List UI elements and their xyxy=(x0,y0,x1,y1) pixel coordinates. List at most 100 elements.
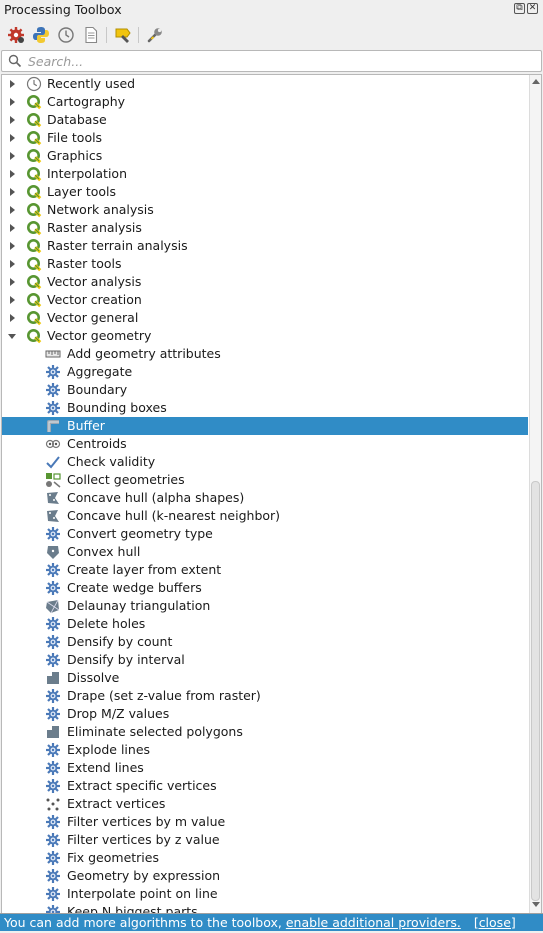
tree-algorithm-row[interactable]: Filter vertices by m value xyxy=(2,813,528,831)
tree-algorithm-row[interactable]: Interpolate point on line xyxy=(2,885,528,903)
tree-algorithm-row[interactable]: Filter vertices by z value xyxy=(2,831,528,849)
search-input[interactable] xyxy=(28,52,533,70)
info-bar-text: You can add more algorithms to the toolb… xyxy=(4,915,282,930)
collapsed-arrow-icon[interactable] xyxy=(7,151,17,161)
tree-group-row[interactable]: Interpolation xyxy=(2,165,528,183)
gear-icon xyxy=(46,383,60,397)
tree-algorithm-row[interactable]: Fix geometries xyxy=(2,849,528,867)
qgis-icon xyxy=(27,311,42,326)
tree-algorithm-row[interactable]: Drape (set z-value from raster) xyxy=(2,687,528,705)
history-button[interactable] xyxy=(55,24,77,46)
tree-group-row[interactable]: Database xyxy=(2,111,528,129)
tree-group-label: Cartography xyxy=(47,94,126,109)
tree-group-row[interactable]: Raster terrain analysis xyxy=(2,237,528,255)
tree-algorithm-label: Bounding boxes xyxy=(67,400,167,415)
tree-group-row[interactable]: Vector general xyxy=(2,309,528,327)
tree-algorithm-row[interactable]: Centroids xyxy=(2,435,528,453)
history-icon xyxy=(58,27,74,43)
models-button[interactable] xyxy=(5,24,27,46)
tree-group-row[interactable]: Raster analysis xyxy=(2,219,528,237)
tree-algorithm-row[interactable]: Check validity xyxy=(2,453,528,471)
tree-algorithm-row[interactable]: Convex hull xyxy=(2,543,528,561)
vertical-scrollbar[interactable] xyxy=(529,75,541,913)
tree-group-row[interactable]: Layer tools xyxy=(2,183,528,201)
tree-algorithm-row[interactable]: Densify by interval xyxy=(2,651,528,669)
collapsed-arrow-icon[interactable] xyxy=(7,277,17,287)
tree-algorithm-row[interactable]: Add geometry attributes xyxy=(2,345,528,363)
tree-algorithm-row[interactable]: Convert geometry type xyxy=(2,525,528,543)
options-button[interactable] xyxy=(144,24,166,46)
tree-group-row[interactable]: Recently used xyxy=(2,75,528,93)
tree-algorithm-row[interactable]: Aggregate xyxy=(2,363,528,381)
tree-group-row[interactable]: Graphics xyxy=(2,147,528,165)
tree-algorithm-label: Boundary xyxy=(67,382,128,397)
gear-icon xyxy=(46,617,60,631)
tree-algorithm-row[interactable]: Delete holes xyxy=(2,615,528,633)
collapsed-arrow-icon[interactable] xyxy=(7,259,17,269)
float-panel-button[interactable]: ⧉ xyxy=(514,3,525,14)
results-viewer-button[interactable] xyxy=(80,24,102,46)
close-info-link[interactable]: [close] xyxy=(474,915,516,930)
edit-features-in-place-button[interactable] xyxy=(112,24,134,46)
collapsed-arrow-icon[interactable] xyxy=(7,295,17,305)
expanded-arrow-icon[interactable] xyxy=(7,331,17,341)
tree-algorithm-row[interactable]: Concave hull (alpha shapes) xyxy=(2,489,528,507)
tree-algorithm-label: Collect geometries xyxy=(67,472,185,487)
scrollbar-thumb[interactable] xyxy=(531,481,540,901)
tree-algorithm-row[interactable]: Dissolve xyxy=(2,669,528,687)
tree-algorithm-row[interactable]: Eliminate selected polygons xyxy=(2,723,528,741)
dissolve-icon xyxy=(47,726,59,738)
collapsed-arrow-icon[interactable] xyxy=(7,115,17,125)
tree-group-row[interactable]: Cartography xyxy=(2,93,528,111)
tree-group-row[interactable]: Raster tools xyxy=(2,255,528,273)
tree-algorithm-row[interactable]: Extract specific vertices xyxy=(2,777,528,795)
collapsed-arrow-icon[interactable] xyxy=(7,97,17,107)
tree-algorithm-label: Extract specific vertices xyxy=(67,778,217,793)
info-bar: You can add more algorithms to the toolb… xyxy=(0,913,543,931)
tree-group-row[interactable]: Vector analysis xyxy=(2,273,528,291)
tree-algorithm-label: Concave hull (k-nearest neighbor) xyxy=(67,508,281,523)
tree-algorithm-row[interactable]: Geometry by expression xyxy=(2,867,528,885)
scroll-up-arrow-icon[interactable] xyxy=(532,78,540,84)
collapsed-arrow-icon[interactable] xyxy=(7,169,17,179)
tree-algorithm-row[interactable]: Collect geometries xyxy=(2,471,528,489)
buffer-icon xyxy=(47,420,59,432)
scroll-down-arrow-icon[interactable] xyxy=(532,902,540,908)
tree-algorithm-row[interactable]: Create layer from extent xyxy=(2,561,528,579)
tree-algorithm-row[interactable]: Densify by count xyxy=(2,633,528,651)
tree-algorithm-label: Dissolve xyxy=(67,670,120,685)
gear-icon xyxy=(46,851,60,865)
tree-algorithm-row[interactable]: Extend lines xyxy=(2,759,528,777)
delaunay-icon xyxy=(46,599,60,614)
tree-group-row[interactable]: Network analysis xyxy=(2,201,528,219)
collapsed-arrow-icon[interactable] xyxy=(7,313,17,323)
tree-group-label: Vector geometry xyxy=(47,328,152,343)
tree-group-row[interactable]: File tools xyxy=(2,129,528,147)
enable-providers-link[interactable]: enable additional providers. xyxy=(286,915,461,930)
tree-group-row[interactable]: Vector geometry xyxy=(2,327,528,345)
tree-algorithm-row[interactable]: Bounding boxes xyxy=(2,399,528,417)
collapsed-arrow-icon[interactable] xyxy=(7,187,17,197)
scripts-button[interactable] xyxy=(30,24,52,46)
collapsed-arrow-icon[interactable] xyxy=(7,79,17,89)
tree-algorithm-row[interactable]: Boundary xyxy=(2,381,528,399)
tree-algorithm-row[interactable]: Explode lines xyxy=(2,741,528,759)
qgis-icon xyxy=(27,131,42,146)
collapsed-arrow-icon[interactable] xyxy=(7,241,17,251)
tree-group-label: Layer tools xyxy=(47,184,117,199)
tree-algorithm-row[interactable]: Concave hull (k-nearest neighbor) xyxy=(2,507,528,525)
tree-algorithm-row[interactable]: Delaunay triangulation xyxy=(2,597,528,615)
tree-algorithm-row[interactable]: Extract vertices xyxy=(2,795,528,813)
qgis-icon xyxy=(27,185,42,200)
tree-group-row[interactable]: Vector creation xyxy=(2,291,528,309)
clock-icon xyxy=(26,76,42,92)
qgis-icon xyxy=(27,293,42,308)
tree-group-label: Raster tools xyxy=(47,256,122,271)
collapsed-arrow-icon[interactable] xyxy=(7,205,17,215)
tree-algorithm-row-selected[interactable]: Buffer xyxy=(2,417,528,435)
collapsed-arrow-icon[interactable] xyxy=(7,223,17,233)
collapsed-arrow-icon[interactable] xyxy=(7,133,17,143)
close-panel-button[interactable]: ✕ xyxy=(527,3,538,14)
tree-algorithm-row[interactable]: Drop M/Z values xyxy=(2,705,528,723)
tree-algorithm-row[interactable]: Create wedge buffers xyxy=(2,579,528,597)
